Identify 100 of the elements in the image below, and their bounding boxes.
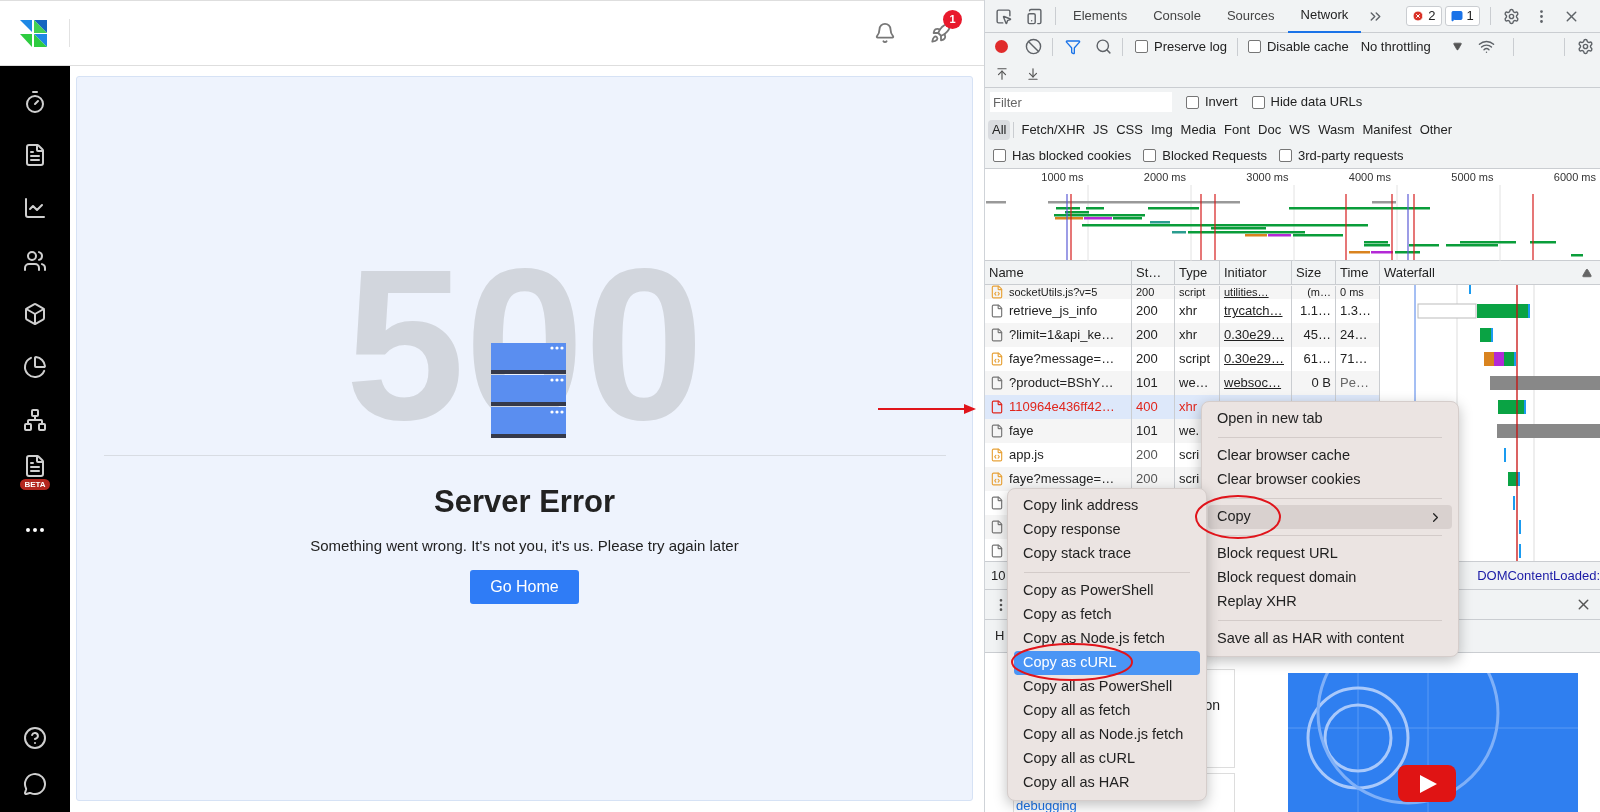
request-row[interactable]: ?limit=1&api_ke… 200 xhr 0.30e29… 45… 24… <box>985 323 1380 347</box>
rocket-icon[interactable] <box>930 22 952 44</box>
checkbox[interactable] <box>993 149 1006 162</box>
waterfall-bar <box>1480 328 1493 342</box>
column-header[interactable]: Name <box>989 262 1024 283</box>
menu-item[interactable]: Copy response <box>1014 518 1200 542</box>
error-icon <box>1412 10 1425 22</box>
error-title: Server Error <box>434 486 615 517</box>
chat-icon[interactable] <box>23 772 47 796</box>
checkbox[interactable] <box>1251 95 1265 109</box>
request-name: faye <box>1009 422 1034 441</box>
column-header[interactable]: Time <box>1340 262 1369 283</box>
go-home-button[interactable]: Go Home <box>470 569 579 604</box>
column-header[interactable]: Size <box>1296 262 1322 283</box>
message-icon <box>1450 10 1463 22</box>
type-filter[interactable]: Media <box>1176 119 1221 140</box>
users-icon[interactable] <box>23 249 47 273</box>
devtools-tab[interactable]: Network <box>1287 0 1362 33</box>
record-button[interactable] <box>995 40 1008 53</box>
column-header[interactable]: Waterfall <box>1384 262 1435 283</box>
search-icon[interactable] <box>1095 38 1112 55</box>
article-link[interactable]: debugging <box>1016 798 1077 812</box>
initiator-link[interactable]: utilities… <box>1224 286 1269 299</box>
cube-icon[interactable] <box>23 302 47 326</box>
menu-item[interactable]: Block request URL <box>1208 542 1452 566</box>
inspect-icon[interactable] <box>995 7 1012 25</box>
pie-chart-icon[interactable] <box>23 355 47 379</box>
size-value: 45… <box>1303 326 1331 345</box>
type-filter[interactable]: Img <box>1146 119 1177 140</box>
checkbox[interactable] <box>1143 149 1157 162</box>
filter-input[interactable]: Filter <box>990 92 1172 112</box>
filter-icon[interactable] <box>1065 38 1081 55</box>
export-icon[interactable] <box>1026 66 1040 81</box>
drawer-tab[interactable]: H <box>995 626 1005 646</box>
type-filter[interactable]: Font <box>1220 119 1255 140</box>
settings-icon[interactable] <box>1577 38 1594 55</box>
error-counter[interactable]: 2 <box>1406 6 1442 26</box>
menu-item[interactable]: Copy all as PowerShell <box>1014 675 1200 699</box>
error-message: Something went wrong. It's not you, it's us. Please try again later <box>310 536 739 556</box>
column-header[interactable]: St… <box>1136 262 1162 283</box>
line-chart-icon[interactable] <box>23 196 47 220</box>
menu-item[interactable]: Copy all as cURL <box>1014 747 1200 771</box>
throttling-select[interactable]: No throttling <box>1360 36 1462 57</box>
request-count: 10 <box>991 566 1006 585</box>
devtools-tab[interactable]: Elements <box>1060 0 1141 33</box>
time-value: 71… <box>1340 350 1368 369</box>
request-row[interactable]: ?product=BShY… 101 we… websoc… 0 B Pe… <box>985 371 1380 395</box>
devtools-tab[interactable]: Sources <box>1213 0 1288 33</box>
gauge-icon[interactable] <box>23 90 47 114</box>
request-row[interactable]: socketUtils.js?v=5 200 script utilities… (m… 0 ms <box>985 285 1380 299</box>
initiator-link[interactable]: trycatch… <box>1224 301 1283 321</box>
menu-item[interactable]: Save all as HAR with content <box>1208 627 1452 651</box>
checkbox[interactable] <box>1279 149 1292 162</box>
file-icon <box>990 424 1004 438</box>
menu-item[interactable]: Copy as PowerShell <box>1014 579 1200 603</box>
waterfall-bar <box>1484 352 1516 366</box>
clear-icon[interactable] <box>1025 38 1042 55</box>
document-icon[interactable] <box>23 143 47 167</box>
menu-item[interactable]: Copy all as HAR <box>1014 771 1200 795</box>
checkbox[interactable] <box>1135 40 1148 53</box>
type-filter[interactable]: Other <box>1415 119 1457 140</box>
type-filter[interactable]: CSS <box>1112 119 1147 140</box>
help-icon[interactable] <box>23 726 47 750</box>
initiator-link[interactable]: websoc… <box>1224 373 1282 393</box>
type-filter[interactable]: All <box>988 119 1011 140</box>
type-filter[interactable]: Wasm <box>1314 119 1359 140</box>
script-file-icon <box>990 448 1004 462</box>
menu-item[interactable]: Replay XHR <box>1208 590 1452 614</box>
waterfall-bar <box>1508 472 1520 486</box>
logo[interactable] <box>20 19 47 47</box>
initiator-link[interactable]: 0.30e29… <box>1224 325 1284 345</box>
column-header[interactable]: Type <box>1179 262 1208 283</box>
menu-item[interactable]: Copy link address <box>1014 494 1200 518</box>
checkbox[interactable] <box>1248 40 1261 53</box>
menu-item[interactable]: Copy as fetch <box>1014 603 1200 627</box>
type-filter[interactable]: Doc <box>1254 119 1286 140</box>
type-filter[interactable]: Manifest <box>1358 119 1416 140</box>
devtools-tab[interactable]: Console <box>1140 0 1214 33</box>
type-filter[interactable]: JS <box>1089 119 1113 140</box>
network-conditions-icon[interactable] <box>1477 38 1495 55</box>
menu-item[interactable]: Copy <box>1208 505 1452 529</box>
hierarchy-icon[interactable] <box>23 408 47 432</box>
initiator-link[interactable]: 0.30e29… <box>1224 349 1284 369</box>
bell-icon[interactable] <box>874 22 896 44</box>
type-filter[interactable]: WS <box>1285 119 1315 140</box>
column-header[interactable]: Initiator <box>1224 262 1267 283</box>
import-icon[interactable] <box>995 66 1009 81</box>
checkbox-label: Disable cache <box>1267 37 1349 56</box>
device-toolbar-icon[interactable] <box>1026 7 1043 25</box>
menu-item[interactable]: Copy stack trace <box>1014 542 1200 566</box>
settings-icon[interactable] <box>1502 7 1520 25</box>
checkbox[interactable] <box>1186 95 1199 109</box>
menu-item[interactable]: Copy all as Node.js fetch <box>1014 723 1200 747</box>
menu-item[interactable]: Block request domain <box>1208 566 1452 590</box>
sort-icon[interactable] <box>1582 267 1592 278</box>
message-counter[interactable]: 1 <box>1444 6 1480 26</box>
type-filter[interactable]: Fetch/XHR <box>1017 119 1090 140</box>
document-icon[interactable] <box>23 454 47 478</box>
menu-item[interactable]: Copy all as fetch <box>1014 699 1200 723</box>
menu-item[interactable]: Copy as Node.js fetch <box>1014 627 1200 651</box>
